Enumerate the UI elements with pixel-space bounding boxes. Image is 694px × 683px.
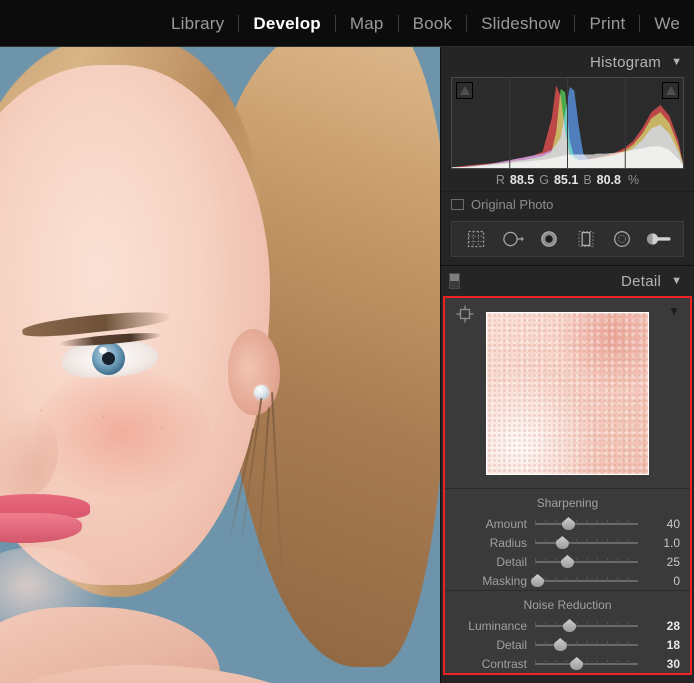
slider-label-detail: Detail [496,554,527,569]
module-tab-develop[interactable]: Develop [239,15,335,32]
histogram-panel-header[interactable]: Histogram ▼ [441,47,694,77]
radial-filter-tool-icon[interactable] [607,226,637,252]
module-bar: Library Develop Map Book Slideshow Print… [0,0,694,47]
slider-track-nr-detail[interactable] [535,635,638,654]
rgb-r-label: R [495,173,505,187]
slider-track-detail[interactable] [535,552,638,571]
slider-handle-nr-detail[interactable] [553,638,567,651]
adjustment-brush-tool-icon[interactable] [644,226,674,252]
histogram-title: Histogram [590,53,662,71]
slider-row-nr-detail[interactable]: Detail 18 [445,635,690,654]
tool-strip-wrap [441,217,694,265]
original-photo-checkbox[interactable] [451,199,464,210]
crop-overlay-tool-icon[interactable] [461,226,491,252]
slider-track-luminance[interactable] [535,616,638,635]
image-canvas[interactable] [0,47,440,683]
sharpening-group: Sharpening Amount 40 Radius 1.0 Detail 2… [445,488,690,590]
slider-handle-amount[interactable] [561,517,575,530]
slider-value-amount[interactable]: 40 [638,517,680,531]
rgb-unit: % [628,173,640,187]
chevron-down-icon[interactable]: ▼ [671,275,682,287]
detail-panel-header[interactable]: Detail ▼ [441,266,694,296]
slider-row-detail[interactable]: Detail 25 [445,552,690,571]
slider-label-luminance: Luminance [468,618,527,633]
slider-label-masking: Masking [482,573,527,588]
slider-track-radius[interactable] [535,533,638,552]
chevron-down-icon[interactable]: ▼ [668,304,680,318]
rgb-readout: R 88.5 G 85.1 B 80.8 % [451,169,684,191]
rgb-g-label: G [539,173,549,187]
sharpening-label: Sharpening [536,496,599,510]
slider-value-detail[interactable]: 25 [638,555,680,569]
highlight-clipping-indicator[interactable] [662,82,679,99]
eye-catchlight [99,347,107,354]
slider-track-nr-contrast[interactable] [535,654,638,673]
module-tab-slideshow[interactable]: Slideshow [467,15,574,32]
slider-handle-luminance[interactable] [562,619,576,632]
module-tab-print[interactable]: Print [575,15,639,32]
rgb-b-label: B [583,173,592,187]
slider-ticks [535,558,638,562]
slider-handle-detail[interactable] [560,555,574,568]
slider-handle-nr-contrast[interactable] [570,657,584,670]
rgb-g-value: 85.1 [553,173,579,187]
shadow-clipping-indicator[interactable] [456,82,473,99]
slider-row-masking[interactable]: Masking 0 [445,571,690,590]
slider-ticks [535,539,638,543]
slider-ticks [535,577,638,581]
slider-ticks [535,660,638,664]
detail-panel-body: ▼ Sharpening Amount 40 Radius 1.0 Detail… [443,296,692,675]
noise-reduction-label: Noise Reduction [523,598,612,612]
loupe-target-icon[interactable] [455,304,475,324]
slider-label-nr-contrast: Contrast [481,656,527,671]
slider-label-radius: Radius [489,535,527,550]
slider-label-amount: Amount [485,516,527,531]
module-tab-library[interactable]: Library [157,15,238,32]
slider-handle-radius[interactable] [555,536,569,549]
panel-switch-icon[interactable] [449,273,460,289]
red-eye-correction-tool-icon[interactable] [534,226,564,252]
module-tab-book[interactable]: Book [399,15,467,32]
slider-value-luminance[interactable]: 28 [638,619,680,633]
graduated-filter-tool-icon[interactable] [571,226,601,252]
slider-row-amount[interactable]: Amount 40 [445,514,690,533]
slider-value-radius[interactable]: 1.0 [638,536,680,550]
tool-strip [451,221,684,257]
module-tab-map[interactable]: Map [336,15,398,32]
portrait-photo [0,47,440,683]
chevron-down-icon[interactable]: ▼ [671,56,682,68]
eye-pupil [102,352,115,365]
histogram-svg [452,78,683,168]
slider-row-luminance[interactable]: Luminance 28 [445,616,690,635]
detail-texture-preview[interactable] [486,311,649,475]
rgb-b-value: 80.8 [596,173,621,187]
detail-title: Detail [620,272,662,290]
original-photo-label: Original Photo [471,197,554,212]
rgb-r-value: 88.5 [509,173,535,187]
lightroom-develop-window: Library Develop Map Book Slideshow Print… [0,0,694,683]
detail-preview-row: ▼ [445,298,690,488]
right-panel: Histogram ▼ R 88.5 G 85.1 B 80.8 % Origi… [440,47,694,683]
spot-removal-tool-icon[interactable] [498,226,528,252]
histogram-chart[interactable] [451,77,684,169]
shadow-clipping-triangle-icon [459,86,470,95]
slider-row-radius[interactable]: Radius 1.0 [445,533,690,552]
module-tab-web[interactable]: We [640,15,694,32]
slider-ticks [535,520,638,524]
highlight-clipping-triangle-icon [665,86,676,95]
slider-label-nr-detail: Detail [496,637,527,652]
slider-ticks [535,622,638,626]
slider-row-nr-contrast[interactable]: Contrast 30 [445,654,690,673]
detail-panel: Detail ▼ ▼ Sharpening Amount 40 Radius 1… [441,265,694,675]
slider-track-masking[interactable] [531,571,638,590]
histogram-block: R 88.5 G 85.1 B 80.8 % [441,77,694,191]
slider-value-nr-contrast[interactable]: 30 [638,657,680,671]
noise-reduction-group: Noise Reduction Luminance 28 Detail 18 C… [445,590,690,673]
slider-value-nr-detail[interactable]: 18 [638,638,680,652]
slider-value-masking[interactable]: 0 [638,574,680,588]
original-photo-row[interactable]: Original Photo [441,191,694,217]
slider-ticks [535,641,638,645]
slider-track-amount[interactable] [535,514,638,533]
